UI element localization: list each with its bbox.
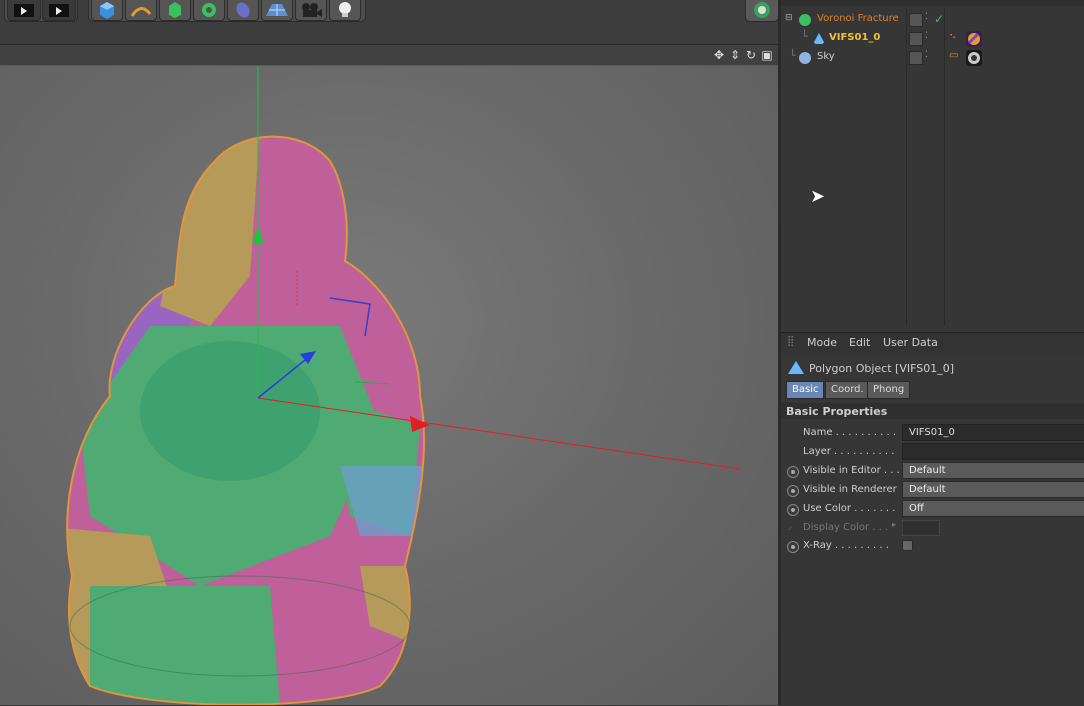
visible-editor-dropdown[interactable]: Default [902,462,1084,479]
animation-radio[interactable] [787,541,799,553]
use-color-label: Use Color . . . . . . . [803,503,896,514]
object-name: Voronoi Fracture [817,13,899,24]
material-tag-icon[interactable] [966,31,982,47]
pen-icon [130,7,152,17]
camera-button[interactable] [295,0,327,21]
polygon-object-icon [788,361,804,374]
mouse-cursor-icon: ➤ [810,186,826,207]
polygon-object-icon [813,33,825,44]
attribute-title: Polygon Object [VIFS01_0] [809,362,955,375]
xray-label: X-Ray . . . . . . . . . [803,540,889,551]
visible-renderer-label: Visible in Renderer [803,484,897,495]
visible-editor-label: Visible in Editor . . . [803,465,900,476]
tab-basic[interactable]: Basic [786,381,825,399]
spline-pen-button[interactable] [125,0,157,21]
object-row-voronoi[interactable]: ⊟ Voronoi Fracture ⁚ ✓ [781,11,1084,30]
animation-radio[interactable] [787,485,799,497]
grip-icon[interactable]: ⣿ [787,336,794,347]
render-picture-icon [49,4,69,17]
animation-radio[interactable] [787,466,799,478]
attribute-manager: ⣿ Mode Edit User Data Polygon Object [VI… [781,332,1084,706]
perspective-viewport[interactable] [0,66,778,705]
dot-icon[interactable]: ⁚ [925,50,928,60]
menu-edit[interactable]: Edit [849,336,870,349]
object-button-group [88,0,366,22]
buddha-model [66,66,741,705]
section-title: Basic Properties [786,405,888,418]
name-label: Name . . . . . . . . . . [803,427,897,438]
floor-button[interactable] [261,0,293,21]
object-row-vifs[interactable]: └ VIFS01_0 ⁚ ⠢ [781,30,1084,49]
display-color-swatch[interactable] [902,520,940,536]
expand-arrow-icon[interactable]: ▸ [892,520,896,529]
deformer-icon [236,2,250,18]
render-view-button[interactable] [7,0,41,21]
use-color-dropdown[interactable]: Off [902,500,1084,517]
name-field[interactable]: VIFS01_0 [902,424,1084,441]
visibility-toggle[interactable] [909,13,923,27]
menu-mode[interactable]: Mode [807,336,837,349]
section-header: Basic Properties [781,403,1084,419]
timeline-button-group [4,0,78,22]
menu-user-data[interactable]: User Data [883,336,938,349]
object-row-sky[interactable]: └ Sky ⁚ ▭ [781,49,1084,68]
python-script-icon [754,2,770,18]
zoom-view-icon[interactable]: ⇕ [728,48,742,62]
subdivision-button[interactable] [159,0,191,21]
cube-icon [100,2,114,19]
light-bulb-icon [339,2,351,17]
mograph-button[interactable] [193,0,225,21]
checkmark-icon[interactable]: ✓ [934,12,944,26]
object-manager-menubar [781,0,1084,6]
rotate-view-icon[interactable]: ↻ [744,48,758,62]
phong-tag-icon[interactable]: ⠢ [949,31,965,47]
attribute-menubar: ⣿ Mode Edit User Data [781,333,1084,353]
light-button[interactable] [329,0,361,21]
disabled-radio-icon: ◞ [788,522,792,532]
cube-button[interactable] [91,0,123,21]
layer-field[interactable] [902,443,1084,460]
object-name: Sky [817,51,835,62]
layer-label: Layer . . . . . . . . . . [803,446,895,457]
object-manager: ⊟ Voronoi Fracture ⁚ ✓ └ VIFS01_0 ⁚ ⠢ └ … [781,0,1084,332]
floor-icon [266,4,288,16]
dot-icon[interactable]: ⁚ [925,12,928,22]
maximize-view-icon[interactable]: ▣ [760,48,774,62]
gear-icon [202,3,216,17]
tree-line-icon: └ [789,49,796,62]
deformer-button[interactable] [227,0,259,21]
voronoi-fracture-icon [799,14,811,26]
subdivision-icon [169,2,181,18]
tab-coord[interactable]: Coord. [825,381,870,399]
render-picture-viewer-button[interactable] [42,0,76,21]
material-tag-icon[interactable] [966,50,982,66]
sky-icon [799,52,811,64]
main-toolbar [0,0,780,45]
xray-checkbox[interactable] [902,540,913,551]
animation-radio[interactable] [787,504,799,516]
visibility-toggle[interactable] [909,32,923,46]
tab-phong[interactable]: Phong [867,381,911,399]
visible-renderer-dropdown[interactable]: Default [902,481,1084,498]
render-view-icon [14,4,34,17]
script-button[interactable] [745,0,779,22]
move-view-icon[interactable]: ✥ [712,48,726,62]
dot-icon[interactable]: ⁚ [925,31,928,41]
compositing-tag-icon[interactable]: ▭ [949,50,965,66]
visibility-toggle[interactable] [909,51,923,65]
camera-icon [302,3,322,17]
tree-line-icon: └ [801,30,808,43]
viewport-header: ✥ ⇕ ↻ ▣ [0,45,780,66]
collapse-icon[interactable]: ⊟ [785,13,793,23]
object-name: VIFS01_0 [829,32,881,43]
display-color-label: Display Color . . . [803,522,889,533]
